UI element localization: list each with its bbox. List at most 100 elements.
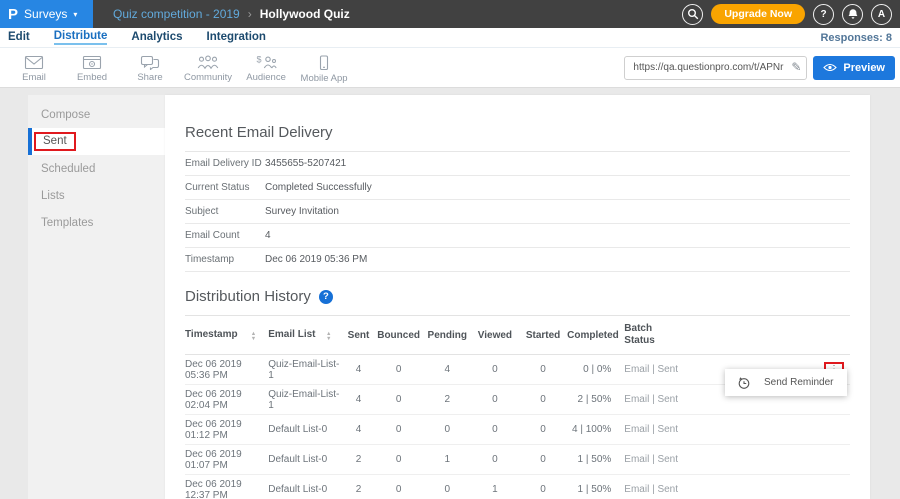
delivery-row: Timestamp Dec 06 2019 05:36 PM (185, 248, 850, 272)
history-row: Dec 06 2019 12:37 PM Default List-0 2 0 … (185, 475, 850, 499)
tab-analytics[interactable]: Analytics (131, 31, 182, 44)
questionpro-app: P Surveys ▾ Quiz competition - 2019 › Ho… (0, 0, 900, 499)
notifications-button[interactable] (842, 4, 863, 25)
row-context-menu: Send Reminder (725, 369, 847, 396)
sent-annotation-red-box: Sent (34, 132, 76, 151)
breadcrumb-survey-title: Hollywood Quiz (260, 7, 350, 21)
upgrade-now-button[interactable]: Upgrade Now (711, 4, 805, 24)
channel-share-label: Share (137, 72, 162, 83)
avatar[interactable]: A (871, 4, 892, 25)
distribution-history-title: Distribution History ? (185, 288, 850, 305)
share-icon (140, 55, 160, 70)
channel-embed[interactable]: Embed (68, 52, 116, 84)
sent-panel: Recent Email Delivery Email Delivery ID … (165, 95, 870, 499)
top-header: P Surveys ▾ Quiz competition - 2019 › Ho… (0, 0, 900, 28)
survey-url-input[interactable] (624, 56, 807, 80)
col-pending: Pending (424, 316, 471, 355)
sidebar-item-compose[interactable]: Compose (28, 101, 165, 128)
col-timestamp[interactable]: Timestamp ▲▼ (185, 316, 268, 355)
col-completed: Completed (567, 316, 624, 355)
breadcrumb-folder[interactable]: Quiz competition - 2019 (113, 7, 240, 21)
distribute-toolbar: Email Embed Share (0, 48, 900, 88)
community-icon (197, 55, 219, 70)
col-viewed: Viewed (471, 316, 519, 355)
delivery-row: Email Delivery ID 3455655-5207421 (185, 152, 850, 176)
channel-mobile-app[interactable]: Mobile App (300, 52, 348, 84)
sidebar-item-scheduled[interactable]: Scheduled (28, 155, 165, 182)
sort-timestamp-icon[interactable]: ▲▼ (251, 332, 256, 341)
sidebar-item-templates[interactable]: Templates (28, 209, 165, 236)
channel-audience-label: Audience (246, 72, 286, 83)
channel-email[interactable]: Email (10, 52, 58, 84)
embed-icon (82, 55, 102, 70)
channel-community[interactable]: Community (184, 52, 232, 84)
recent-delivery-table: Email Delivery ID 3455655-5207421 Curren… (185, 151, 850, 272)
delivery-label: Email Delivery ID (185, 158, 265, 169)
send-reminder-icon (737, 376, 751, 390)
history-row: Dec 06 2019 01:12 PM Default List-0 4 0 … (185, 415, 850, 445)
breadcrumb-separator: › (248, 7, 252, 21)
svg-text:$: $ (257, 55, 262, 65)
edit-url-icon[interactable]: ✎ (791, 60, 801, 74)
delivery-label: Timestamp (185, 254, 265, 265)
eye-icon (823, 63, 837, 72)
history-header-row: Timestamp ▲▼ Email List ▲▼ Sent Bounced … (185, 316, 850, 355)
email-icon (24, 55, 44, 70)
delivery-row: Subject Survey Invitation (185, 200, 850, 224)
responses-count-link[interactable]: Responses: 8 (820, 32, 892, 44)
search-icon (687, 8, 699, 20)
survey-nav: Edit Distribute Analytics Integration Re… (0, 28, 900, 48)
delivery-value: 3455655-5207421 (265, 158, 346, 169)
sidebar-item-sent[interactable]: Sent (28, 128, 165, 155)
breadcrumb: Quiz competition - 2019 › Hollywood Quiz (113, 7, 350, 21)
delivery-label: Current Status (185, 182, 265, 193)
delivery-value: Survey Invitation (265, 206, 339, 217)
col-actions (684, 316, 850, 355)
survey-url-box: ✎ (624, 56, 807, 80)
delivery-value: Dec 06 2019 05:36 PM (265, 254, 367, 265)
send-reminder-menu-item[interactable]: Send Reminder (764, 377, 833, 388)
sidebar-item-sent-label: Sent (43, 135, 67, 147)
tab-integration[interactable]: Integration (207, 31, 266, 44)
surveys-menu-label: Surveys (24, 7, 67, 21)
col-timestamp-label: Timestamp (185, 329, 238, 340)
channel-email-label: Email (22, 72, 46, 83)
col-started: Started (519, 316, 567, 355)
preview-button[interactable]: Preview (813, 56, 895, 80)
tab-distribute[interactable]: Distribute (54, 30, 108, 45)
channel-audience[interactable]: $ Audience (242, 52, 290, 84)
col-sent: Sent (343, 316, 373, 355)
channel-community-label: Community (184, 72, 232, 83)
delivery-row: Email Count 4 (185, 224, 850, 248)
col-batch-status: Batch Status (624, 316, 684, 355)
questionpro-logo-icon: P (8, 7, 18, 22)
bell-icon (847, 8, 859, 20)
help-button[interactable]: ? (813, 4, 834, 25)
delivery-row: Current Status Completed Successfully (185, 176, 850, 200)
delivery-label: Subject (185, 206, 265, 217)
sidebar-item-lists[interactable]: Lists (28, 182, 165, 209)
chevron-down-icon: ▾ (73, 10, 77, 19)
channel-mobile-app-label: Mobile App (301, 73, 348, 84)
channel-share[interactable]: Share (126, 52, 174, 84)
col-bounced: Bounced (374, 316, 424, 355)
mobile-app-icon (318, 55, 330, 71)
col-email-list-label: Email List (268, 329, 315, 340)
surveys-menu[interactable]: P Surveys ▾ (0, 0, 93, 28)
delivery-label: Email Count (185, 230, 265, 241)
preview-button-label: Preview (843, 62, 885, 74)
channel-embed-label: Embed (77, 72, 107, 83)
history-help-icon[interactable]: ? (319, 290, 333, 304)
delivery-value: 4 (265, 230, 271, 241)
email-sidebar: Compose Sent Scheduled Lists Templates (28, 95, 165, 499)
sort-email-list-icon[interactable]: ▲▼ (326, 332, 331, 341)
header-actions: Upgrade Now ? A (682, 4, 900, 25)
toolbar-right: ✎ Preview (624, 56, 895, 80)
tab-edit[interactable]: Edit (8, 31, 30, 44)
history-row: Dec 06 2019 01:07 PM Default List-0 2 0 … (185, 445, 850, 475)
distribution-history-table: Timestamp ▲▼ Email List ▲▼ Sent Bounced … (185, 315, 850, 499)
col-email-list[interactable]: Email List ▲▼ (268, 316, 343, 355)
delivery-value: Completed Successfully (265, 182, 372, 193)
audience-icon: $ (255, 55, 277, 70)
search-button[interactable] (682, 4, 703, 25)
